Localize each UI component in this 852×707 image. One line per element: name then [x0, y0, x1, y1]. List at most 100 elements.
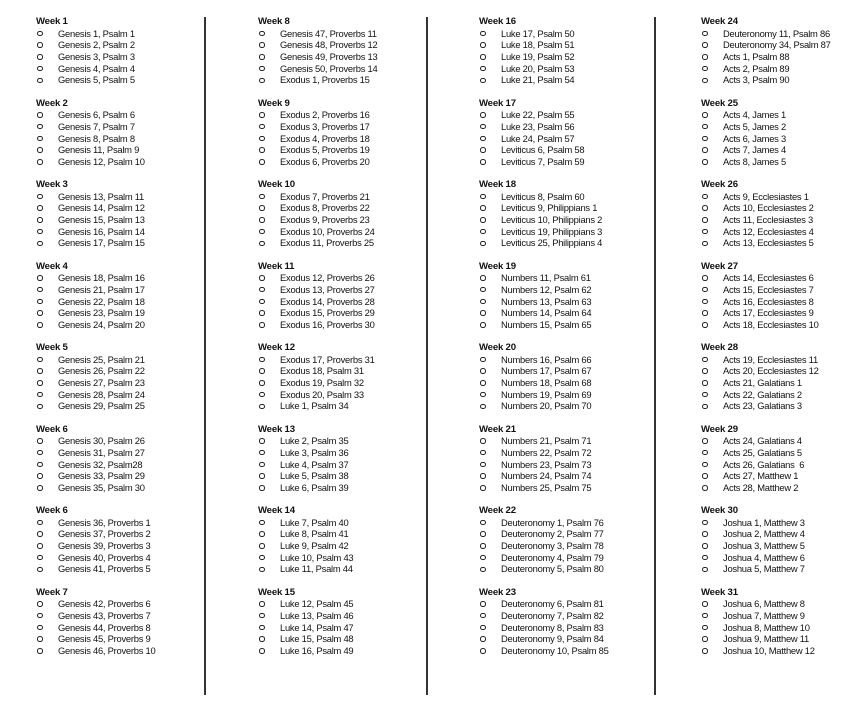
- hollow-circle-bullet-icon[interactable]: [479, 310, 501, 316]
- reading-item[interactable]: Exodus 13, Proverbs 27: [258, 284, 377, 296]
- reading-item[interactable]: Exodus 17, Proverbs 31: [258, 354, 377, 366]
- hollow-circle-bullet-icon[interactable]: [701, 54, 723, 60]
- hollow-circle-bullet-icon[interactable]: [258, 485, 280, 491]
- hollow-circle-bullet-icon[interactable]: [479, 368, 501, 374]
- hollow-circle-bullet-icon[interactable]: [258, 123, 280, 130]
- hollow-circle-bullet-icon[interactable]: [479, 77, 501, 84]
- reading-item[interactable]: Deuteronomy 9, Psalm 84: [479, 633, 609, 645]
- reading-item[interactable]: Luke 20, Psalm 53: [479, 63, 609, 75]
- hollow-circle-bullet-icon[interactable]: [36, 485, 58, 491]
- reading-item[interactable]: Genesis 14, Psalm 12: [36, 202, 155, 214]
- reading-item[interactable]: Luke 7, Psalm 40: [258, 517, 377, 529]
- reading-item[interactable]: Luke 16, Psalm 49: [258, 645, 377, 657]
- hollow-circle-bullet-icon[interactable]: [701, 543, 723, 549]
- hollow-circle-bullet-icon[interactable]: [36, 135, 58, 142]
- reading-item[interactable]: Joshua 4, Matthew 6: [701, 552, 831, 564]
- reading-item[interactable]: Leviticus 25, Philippians 4: [479, 237, 609, 249]
- hollow-circle-bullet-icon[interactable]: [701, 147, 723, 153]
- reading-item[interactable]: Numbers 21, Psalm 71: [479, 435, 609, 447]
- reading-item[interactable]: Genesis 25, Psalm 21: [36, 354, 155, 366]
- reading-item[interactable]: Acts 5, James 2: [701, 121, 831, 133]
- reading-item[interactable]: Acts 22, Galatians 2: [701, 389, 831, 401]
- hollow-circle-bullet-icon[interactable]: [258, 147, 280, 153]
- reading-item[interactable]: Acts 28, Matthew 2: [701, 482, 831, 494]
- hollow-circle-bullet-icon[interactable]: [258, 193, 280, 200]
- hollow-circle-bullet-icon[interactable]: [36, 298, 58, 305]
- hollow-circle-bullet-icon[interactable]: [258, 380, 280, 386]
- hollow-circle-bullet-icon[interactable]: [479, 286, 501, 293]
- hollow-circle-bullet-icon[interactable]: [479, 380, 501, 386]
- reading-item[interactable]: Exodus 20, Psalm 33: [258, 389, 377, 401]
- reading-item[interactable]: Acts 12, Ecclesiastes 4: [701, 226, 831, 238]
- hollow-circle-bullet-icon[interactable]: [701, 601, 723, 607]
- hollow-circle-bullet-icon[interactable]: [701, 356, 723, 363]
- reading-item[interactable]: Genesis 1, Psalm 1: [36, 28, 155, 40]
- hollow-circle-bullet-icon[interactable]: [36, 391, 58, 398]
- reading-item[interactable]: Luke 4, Psalm 37: [258, 459, 377, 471]
- hollow-circle-bullet-icon[interactable]: [258, 356, 280, 363]
- hollow-circle-bullet-icon[interactable]: [258, 543, 280, 549]
- reading-item[interactable]: Exodus 9, Proverbs 23: [258, 214, 377, 226]
- reading-item[interactable]: Numbers 18, Psalm 68: [479, 377, 609, 389]
- reading-item[interactable]: Deuteronomy 7, Psalm 82: [479, 610, 609, 622]
- hollow-circle-bullet-icon[interactable]: [701, 438, 723, 444]
- hollow-circle-bullet-icon[interactable]: [36, 147, 58, 153]
- hollow-circle-bullet-icon[interactable]: [258, 286, 280, 293]
- hollow-circle-bullet-icon[interactable]: [36, 159, 58, 165]
- hollow-circle-bullet-icon[interactable]: [36, 461, 58, 468]
- reading-item[interactable]: Deuteronomy 6, Psalm 81: [479, 598, 609, 610]
- hollow-circle-bullet-icon[interactable]: [701, 519, 723, 526]
- reading-item[interactable]: Joshua 10, Matthew 12: [701, 645, 831, 657]
- reading-item[interactable]: Leviticus 19, Philippians 3: [479, 226, 609, 238]
- reading-item[interactable]: Exodus 14, Proverbs 28: [258, 296, 377, 308]
- reading-item[interactable]: Leviticus 8, Psalm 60: [479, 191, 609, 203]
- reading-item[interactable]: Genesis 42, Proverbs 6: [36, 598, 155, 610]
- hollow-circle-bullet-icon[interactable]: [36, 77, 58, 84]
- reading-item[interactable]: Genesis 35, Psalm 30: [36, 482, 155, 494]
- reading-item[interactable]: Luke 14, Psalm 47: [258, 622, 377, 634]
- reading-item[interactable]: Joshua 7, Matthew 9: [701, 610, 831, 622]
- hollow-circle-bullet-icon[interactable]: [479, 648, 501, 654]
- hollow-circle-bullet-icon[interactable]: [479, 205, 501, 211]
- reading-item[interactable]: Exodus 16, Proverbs 30: [258, 319, 377, 331]
- reading-item[interactable]: Genesis 29, Psalm 25: [36, 400, 155, 412]
- hollow-circle-bullet-icon[interactable]: [701, 123, 723, 130]
- hollow-circle-bullet-icon[interactable]: [701, 612, 723, 619]
- reading-item[interactable]: Genesis 39, Proverbs 3: [36, 540, 155, 552]
- hollow-circle-bullet-icon[interactable]: [36, 54, 58, 60]
- reading-item[interactable]: Exodus 15, Proverbs 29: [258, 307, 377, 319]
- hollow-circle-bullet-icon[interactable]: [701, 485, 723, 491]
- reading-item[interactable]: Numbers 11, Psalm 61: [479, 272, 609, 284]
- reading-item[interactable]: Genesis 24, Psalm 20: [36, 319, 155, 331]
- reading-item[interactable]: Genesis 44, Proverbs 8: [36, 622, 155, 634]
- hollow-circle-bullet-icon[interactable]: [36, 612, 58, 619]
- hollow-circle-bullet-icon[interactable]: [701, 275, 723, 281]
- reading-item[interactable]: Joshua 2, Matthew 4: [701, 528, 831, 540]
- reading-item[interactable]: Genesis 41, Proverbs 5: [36, 563, 155, 575]
- reading-item[interactable]: Acts 20, Ecclesiastes 12: [701, 365, 831, 377]
- reading-item[interactable]: Luke 19, Psalm 52: [479, 51, 609, 63]
- hollow-circle-bullet-icon[interactable]: [258, 112, 280, 118]
- hollow-circle-bullet-icon[interactable]: [701, 193, 723, 200]
- reading-item[interactable]: Acts 15, Ecclesiastes 7: [701, 284, 831, 296]
- hollow-circle-bullet-icon[interactable]: [36, 275, 58, 281]
- hollow-circle-bullet-icon[interactable]: [479, 135, 501, 142]
- reading-item[interactable]: Acts 18, Ecclesiastes 10: [701, 319, 831, 331]
- reading-item[interactable]: Exodus 11, Proverbs 25: [258, 237, 377, 249]
- reading-item[interactable]: Acts 21, Galatians 1: [701, 377, 831, 389]
- hollow-circle-bullet-icon[interactable]: [479, 449, 501, 456]
- reading-item[interactable]: Exodus 2, Proverbs 16: [258, 109, 377, 121]
- reading-item[interactable]: Numbers 19, Psalm 69: [479, 389, 609, 401]
- reading-item[interactable]: Genesis 22, Psalm 18: [36, 296, 155, 308]
- hollow-circle-bullet-icon[interactable]: [479, 601, 501, 607]
- hollow-circle-bullet-icon[interactable]: [36, 601, 58, 607]
- reading-item[interactable]: Genesis 45, Proverbs 9: [36, 633, 155, 645]
- reading-item[interactable]: Joshua 6, Matthew 8: [701, 598, 831, 610]
- hollow-circle-bullet-icon[interactable]: [701, 159, 723, 165]
- hollow-circle-bullet-icon[interactable]: [258, 473, 280, 479]
- hollow-circle-bullet-icon[interactable]: [479, 217, 501, 223]
- hollow-circle-bullet-icon[interactable]: [258, 298, 280, 305]
- hollow-circle-bullet-icon[interactable]: [701, 65, 723, 72]
- hollow-circle-bullet-icon[interactable]: [701, 77, 723, 84]
- hollow-circle-bullet-icon[interactable]: [701, 240, 723, 247]
